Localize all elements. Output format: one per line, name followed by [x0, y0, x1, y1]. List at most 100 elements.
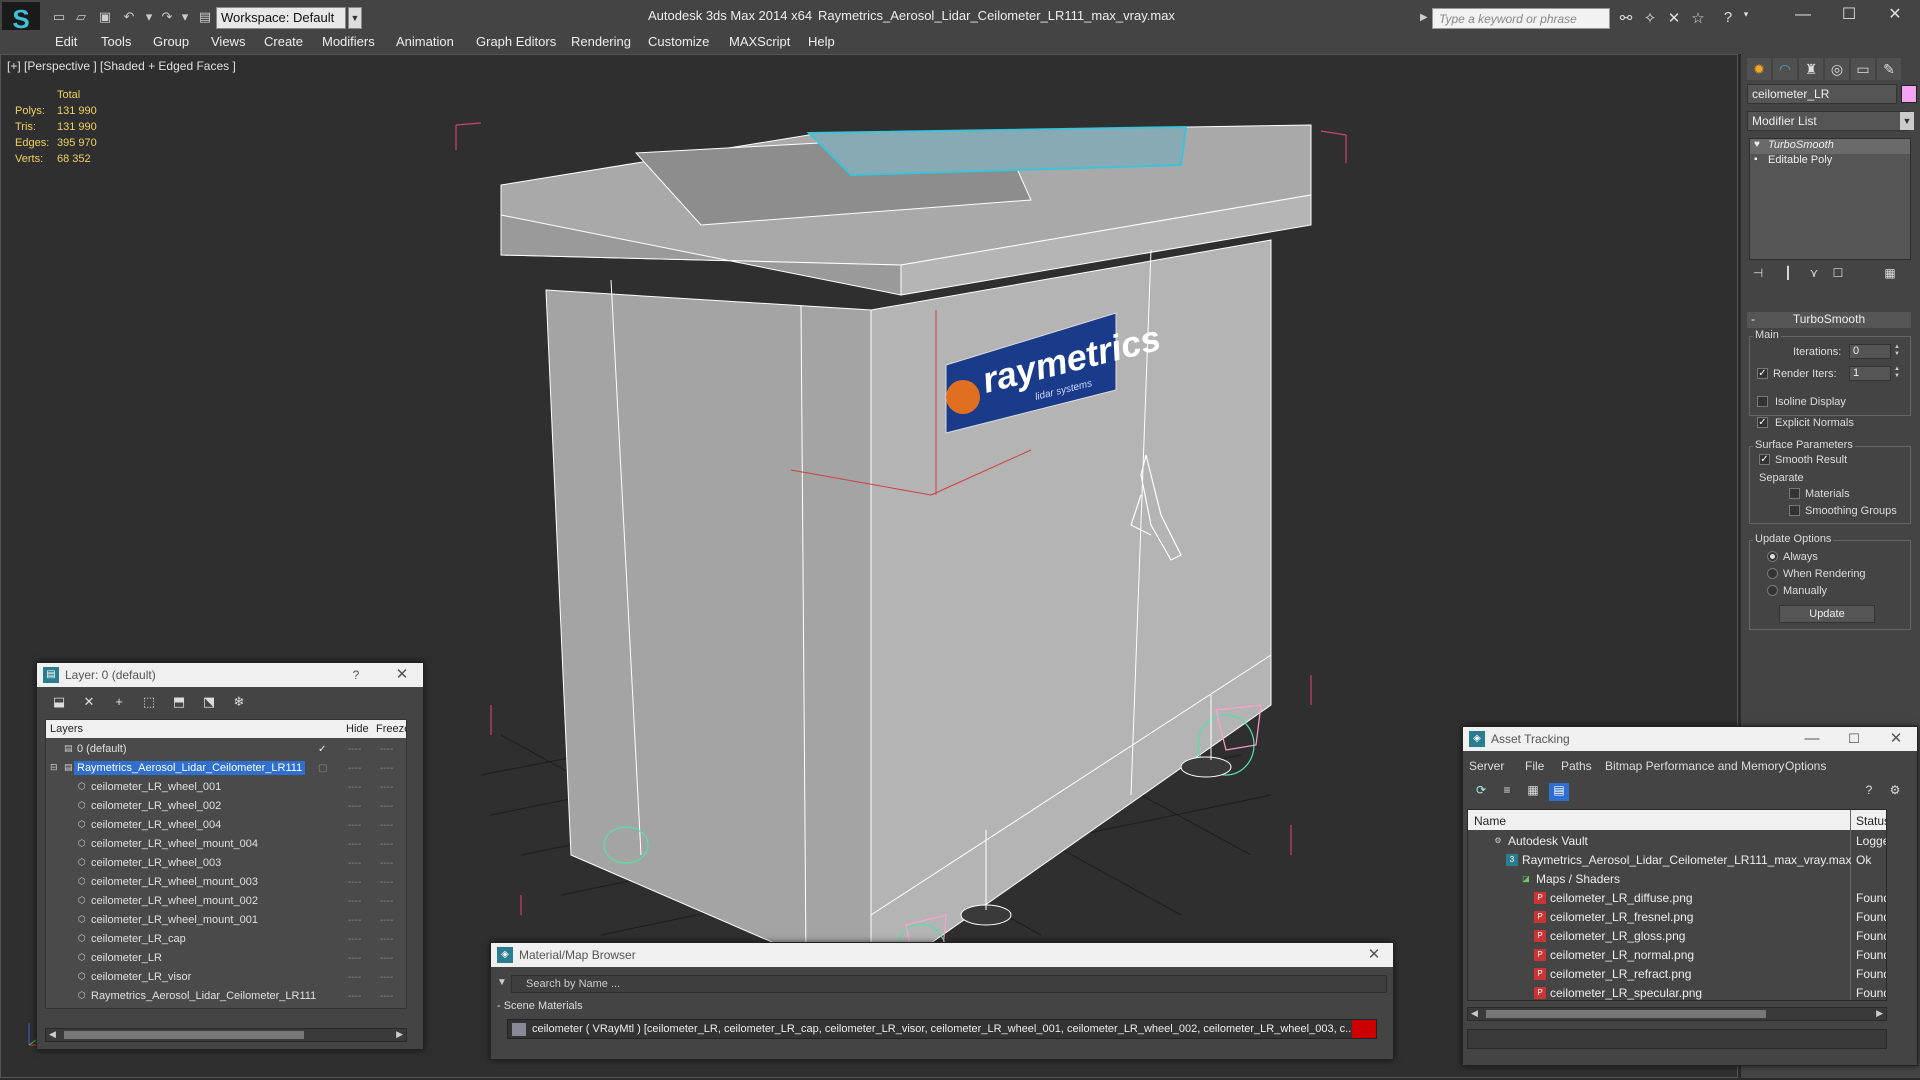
- col-status[interactable]: Status: [1856, 814, 1886, 828]
- update-manually-radio[interactable]: [1767, 585, 1778, 596]
- select-objects-icon[interactable]: ⬚: [139, 694, 159, 712]
- hide-toggle[interactable]: ----: [348, 763, 361, 774]
- motion-tab-icon[interactable]: ◎: [1825, 58, 1849, 80]
- layer-row[interactable]: ▤ 0 (default) ✓ ---- ----: [46, 740, 406, 759]
- remove-modifier-icon[interactable]: ☐: [1829, 266, 1847, 284]
- scroll-thumb[interactable]: [1486, 1010, 1766, 1018]
- menu-paths[interactable]: Paths: [1561, 759, 1592, 773]
- asset-row[interactable]: ◪ Maps / Shaders: [1468, 870, 1886, 889]
- layer-row[interactable]: ⬡ ceilometer_LR_wheel_mount_001 ---- ----: [46, 911, 406, 930]
- layer-row[interactable]: ⬡ ceilometer_LR_cap ---- ----: [46, 930, 406, 949]
- configure-sets-icon[interactable]: ▦: [1881, 266, 1899, 284]
- scroll-right-icon[interactable]: ▶: [396, 1029, 403, 1040]
- hide-toggle[interactable]: ----: [348, 934, 361, 945]
- binoculars-icon[interactable]: ⚯: [1616, 9, 1636, 29]
- asset-row[interactable]: ⚙ Autodesk Vault Logged O: [1468, 832, 1886, 851]
- menu-options[interactable]: Options: [1785, 759, 1826, 773]
- turbosmooth-rollout-header[interactable]: - TurboSmooth: [1747, 312, 1911, 328]
- layer-row[interactable]: ⊟ ▤ Raymetrics_Aerosol_Lidar_Ceilometer_LR…: [46, 759, 406, 778]
- layer-row[interactable]: ⬡ ceilometer_LR_visor ---- ----: [46, 968, 406, 987]
- maximize-icon[interactable]: ☐: [1839, 729, 1869, 749]
- hide-toggle[interactable]: ----: [348, 991, 361, 1002]
- update-button[interactable]: Update: [1779, 605, 1875, 623]
- freeze-toggle[interactable]: ----: [380, 782, 393, 793]
- open-file-icon[interactable]: ▱: [72, 9, 90, 25]
- hide-toggle[interactable]: ----: [348, 839, 361, 850]
- stack-item-editable-poly[interactable]: ▪ Editable Poly: [1750, 154, 1910, 169]
- hide-toggle[interactable]: ----: [348, 744, 361, 755]
- layer-row[interactable]: ⬡ ceilometer_LR_wheel_004 ---- ----: [46, 816, 406, 835]
- layer-table[interactable]: Layers Hide Freeze ▤ 0 (default) ✓ ---- ----…: [45, 719, 407, 1009]
- asset-row[interactable]: Pceilometer_LR_specular.png Found: [1468, 984, 1886, 1000]
- layer-row[interactable]: ⬡ Raymetrics_Aerosol_Lidar_Ceilometer_LR1…: [46, 987, 406, 1006]
- redo-icon[interactable]: ↷: [158, 9, 176, 25]
- redo-dropdown-icon[interactable]: ▾: [176, 9, 194, 25]
- menu-views[interactable]: Views: [211, 34, 245, 49]
- object-color-swatch[interactable]: [1901, 85, 1917, 103]
- hide-toggle[interactable]: ----: [348, 915, 361, 926]
- isoline-display-checkbox[interactable]: [1757, 396, 1768, 407]
- freeze-toggle[interactable]: ----: [380, 934, 393, 945]
- exchange-icon[interactable]: ✕: [1664, 9, 1684, 29]
- hide-toggle[interactable]: ----: [348, 953, 361, 964]
- options-dropdown-icon[interactable]: ▼: [497, 977, 507, 988]
- scroll-left-icon[interactable]: ◀: [1471, 1008, 1478, 1019]
- collapse-icon[interactable]: ⊟: [50, 762, 60, 773]
- menu-file[interactable]: File: [1525, 759, 1544, 773]
- menu-group[interactable]: Group: [153, 34, 189, 49]
- scroll-thumb[interactable]: [64, 1031, 304, 1039]
- hide-all-layers-icon[interactable]: ⬔: [199, 694, 219, 712]
- col-layers[interactable]: Layers: [50, 723, 83, 735]
- freeze-toggle[interactable]: ----: [380, 744, 393, 755]
- freeze-toggle[interactable]: ----: [380, 991, 393, 1002]
- minimize-icon[interactable]: —: [1797, 729, 1827, 749]
- menu-modifiers[interactable]: Modifiers: [322, 34, 375, 49]
- menu-edit[interactable]: Edit: [55, 34, 77, 49]
- col-hide[interactable]: Hide: [346, 723, 369, 735]
- asset-tracking-titlebar[interactable]: ◈ Asset Tracking — ☐ ✕: [1463, 727, 1917, 751]
- asset-row[interactable]: Pceilometer_LR_refract.png Found: [1468, 965, 1886, 984]
- smooth-result-checkbox[interactable]: ✓: [1759, 454, 1770, 465]
- close-icon[interactable]: ✕: [1881, 729, 1911, 749]
- menu-tools[interactable]: Tools: [101, 34, 131, 49]
- maximize-icon[interactable]: ☐: [1826, 4, 1872, 28]
- object-name-field[interactable]: ceilometer_LR: [1747, 84, 1897, 104]
- hide-toggle[interactable]: ----: [348, 972, 361, 983]
- minimize-icon[interactable]: —: [1780, 4, 1826, 28]
- table-view-icon[interactable]: ▤: [1549, 783, 1569, 801]
- asset-row[interactable]: 3 Raymetrics_Aerosol_Lidar_Ceilometer_LR1…: [1468, 851, 1886, 870]
- modifier-stack[interactable]: ♥ TurboSmooth ▪ Editable Poly: [1749, 138, 1911, 260]
- material-search-input[interactable]: Search by Name ...: [511, 975, 1387, 993]
- hierarchy-tab-icon[interactable]: ♜: [1799, 58, 1823, 80]
- layer-row[interactable]: ⬡ ceilometer_LR_wheel_mount_002 ---- ----: [46, 892, 406, 911]
- freeze-toggle[interactable]: ----: [380, 915, 393, 926]
- col-name[interactable]: Name: [1474, 814, 1506, 828]
- pin-stack-icon[interactable]: ⊣: [1749, 266, 1767, 284]
- hide-toggle[interactable]: ----: [348, 801, 361, 812]
- close-icon[interactable]: ✕: [1872, 4, 1918, 28]
- menu-customize[interactable]: Customize: [648, 34, 709, 49]
- col-freeze[interactable]: Freeze: [376, 723, 406, 735]
- freeze-all-layers-icon[interactable]: ❄: [229, 694, 249, 712]
- freeze-toggle[interactable]: ----: [380, 801, 393, 812]
- layer-horizontal-scrollbar[interactable]: ◀ ▶: [45, 1028, 407, 1042]
- layer-row[interactable]: ⬡ ceilometer_LR_wheel_001 ---- ----: [46, 778, 406, 797]
- undo-icon[interactable]: ↶: [120, 9, 138, 25]
- expand-plus-icon[interactable]: ▪: [1754, 154, 1758, 165]
- hide-toggle[interactable]: ----: [348, 877, 361, 888]
- communication-icon[interactable]: ✧: [1640, 9, 1660, 29]
- layer-row[interactable]: ⬡ ceilometer_LR ---- ----: [46, 949, 406, 968]
- stack-item-turbosmooth[interactable]: ♥ TurboSmooth: [1750, 139, 1910, 154]
- collapse-icon[interactable]: -: [1751, 312, 1755, 326]
- display-tab-icon[interactable]: ▭: [1851, 58, 1875, 80]
- menu-create[interactable]: Create: [264, 34, 303, 49]
- create-layer-icon[interactable]: ⬓: [49, 694, 69, 712]
- smoothing-groups-checkbox[interactable]: [1789, 505, 1800, 516]
- delete-layer-icon[interactable]: ✕: [79, 694, 99, 712]
- layer-row[interactable]: ⬡ ceilometer_LR_wheel_002 ---- ----: [46, 797, 406, 816]
- help-icon[interactable]: ?: [1859, 783, 1879, 801]
- scroll-right-icon[interactable]: ▶: [1876, 1008, 1883, 1019]
- settings-icon[interactable]: ⚙: [1885, 783, 1905, 801]
- menu-graph-editors[interactable]: Graph Editors: [476, 34, 556, 49]
- asset-row[interactable]: Pceilometer_LR_diffuse.png Found: [1468, 889, 1886, 908]
